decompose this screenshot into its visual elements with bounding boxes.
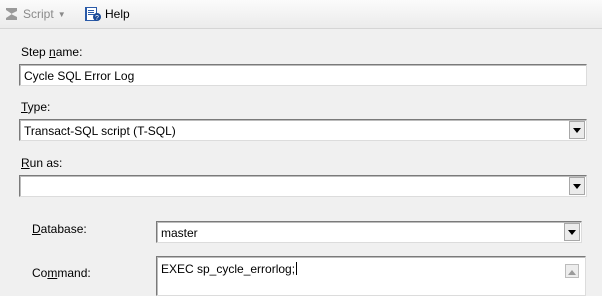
- chevron-down-icon[interactable]: ▼: [58, 10, 66, 19]
- help-button[interactable]: ? Help: [84, 5, 130, 23]
- chevron-up-icon: [568, 264, 576, 278]
- database-value: master: [161, 226, 198, 240]
- chevron-down-icon: [573, 183, 581, 189]
- run-as-select[interactable]: [19, 175, 587, 197]
- database-dropdown-button[interactable]: [564, 223, 580, 241]
- run-as-dropdown-button[interactable]: [569, 177, 585, 195]
- command-textarea[interactable]: EXEC sp_cycle_errorlog;: [156, 256, 586, 296]
- script-icon: [4, 6, 20, 22]
- chevron-down-icon: [573, 127, 581, 133]
- step-name-label: Step name:: [21, 45, 83, 59]
- database-select[interactable]: master: [156, 221, 582, 243]
- help-book-icon: ?: [84, 6, 102, 22]
- command-value: EXEC sp_cycle_errorlog;: [161, 262, 298, 276]
- type-value: Transact-SQL script (T-SQL): [24, 124, 176, 138]
- type-dropdown-button[interactable]: [569, 121, 585, 139]
- step-name-input[interactable]: Cycle SQL Error Log: [19, 64, 587, 86]
- run-as-label: Run as:: [21, 156, 63, 170]
- help-label: Help: [105, 7, 130, 21]
- script-button[interactable]: Script ▼: [4, 5, 66, 23]
- step-name-value: Cycle SQL Error Log: [24, 69, 135, 83]
- svg-text:?: ?: [95, 15, 99, 22]
- type-label: Type:: [21, 100, 51, 114]
- scroll-up-button[interactable]: [565, 264, 579, 278]
- chevron-down-icon: [568, 229, 576, 235]
- script-label: Script: [23, 7, 54, 21]
- database-label: Database:: [32, 222, 87, 236]
- type-select[interactable]: Transact-SQL script (T-SQL): [19, 119, 587, 141]
- job-step-form: Step name: Cycle SQL Error Log Type: Tra…: [0, 29, 602, 296]
- command-label: Command:: [32, 266, 91, 280]
- toolbar: Script ▼ ? Help: [0, 0, 602, 29]
